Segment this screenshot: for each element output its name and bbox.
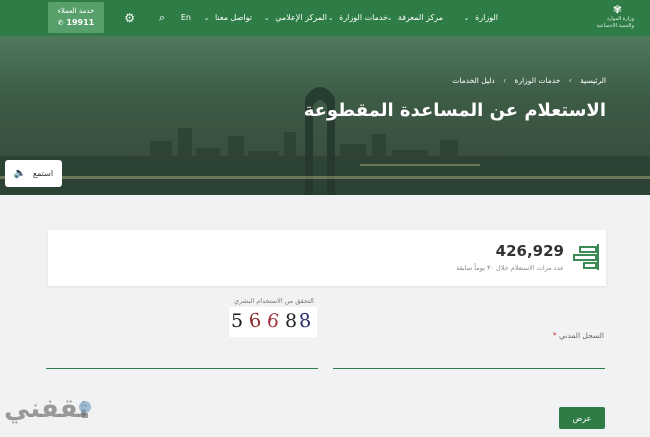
breadcrumb-separator-icon: › (503, 76, 507, 85)
captcha-image: 5 6 6 8 8 (229, 307, 317, 337)
palm-emblem-icon: ✾ (612, 3, 622, 16)
watermark-text: ثقفني (4, 394, 89, 424)
search-icon[interactable]: ⌕ (159, 0, 165, 36)
nav-media-label: المركز الإعلامي (275, 13, 327, 22)
hero-banner: الرئيسية › خدمات الوزارة › دليل الخدمات … (0, 36, 650, 195)
civil-registry-input[interactable] (333, 357, 605, 369)
site-watermark: ثقفني (4, 388, 100, 432)
nav-services-label: خدمات الوزارة (339, 13, 388, 22)
inquiry-count: 426,929 (495, 242, 564, 260)
captcha-digit: 8 (298, 309, 313, 333)
listen-label: استمع (32, 169, 54, 178)
captcha-digit: 6 (265, 309, 281, 333)
chevron-down-icon: ⌄ (263, 14, 270, 22)
captcha-label: التحقق من الاستخدام البشري (234, 297, 314, 305)
captcha-digit: 5 (231, 310, 244, 332)
ministry-logo[interactable]: ✾ وزارة الموارد والتنمية الاجتماعية (592, 4, 638, 34)
captcha-digit: 8 (285, 310, 298, 332)
chevron-down-icon: ⌄ (203, 14, 210, 22)
captcha-input[interactable] (46, 357, 318, 369)
customer-service-button[interactable]: خدمة العملاء 19911 ✆ (48, 2, 104, 33)
customer-service-phone: 19911 (66, 18, 95, 27)
logo-text-line2: والتنمية الاجتماعية (596, 23, 634, 29)
breadcrumb-services[interactable]: خدمات الوزارة (515, 76, 561, 85)
nav-media-center[interactable]: المركز الإعلامي ⌄ (264, 0, 327, 36)
chevron-down-icon: ⌄ (327, 14, 334, 22)
civil-registry-label-text: السجل المدني (559, 331, 604, 340)
nav-knowledge-center[interactable]: مركز المعرفة ⌄ (386, 0, 443, 36)
speaker-icon: 🔈 (13, 168, 27, 179)
breadcrumb-separator-icon: › (568, 76, 572, 85)
bar-chart-icon (573, 244, 599, 270)
customer-service-number: 19911 ✆ (48, 17, 104, 29)
logo-text-line1: وزارة الموارد (606, 16, 634, 22)
nav-contact-label: تواصل معنا (215, 13, 252, 22)
captcha-digit: 6 (247, 309, 263, 333)
nav-ministry-services[interactable]: خدمات الوزارة ⌄ (328, 0, 388, 36)
nav-knowledge-label: مركز المعرفة (397, 13, 443, 22)
whatsapp-icon: ✆ (57, 19, 64, 27)
chevron-down-icon: ⌄ (463, 14, 470, 22)
listen-button[interactable]: استمع 🔈 (5, 160, 62, 187)
nav-ministry-label: الوزارة (475, 13, 498, 22)
inquiry-count-caption: عدد مرات الاستعلام خلال ٣٠ يوماً سابقة (456, 264, 564, 272)
lightbulb-icon (79, 401, 91, 418)
page-title: الاستعلام عن المساعدة المقطوعة (303, 100, 606, 121)
customer-service-label: خدمة العملاء (57, 7, 95, 15)
breadcrumb: الرئيسية › خدمات الوزارة › دليل الخدمات (452, 76, 606, 85)
breadcrumb-guide[interactable]: دليل الخدمات (452, 76, 494, 85)
language-toggle[interactable]: En (181, 0, 191, 36)
top-navbar: ✾ وزارة الموارد والتنمية الاجتماعية الوز… (0, 0, 650, 36)
nav-ministry[interactable]: الوزارة ⌄ (464, 0, 498, 36)
submit-button[interactable]: عرض (559, 407, 605, 429)
nav-contact-us[interactable]: تواصل معنا ⌄ (204, 0, 252, 36)
breadcrumb-home[interactable]: الرئيسية (580, 76, 606, 85)
required-marker: * (552, 331, 557, 340)
stats-card: 426,929 عدد مرات الاستعلام خلال ٣٠ يوماً… (48, 230, 606, 286)
civil-registry-label: السجل المدني * (551, 331, 604, 340)
gear-icon[interactable]: ⚙ (124, 0, 135, 36)
